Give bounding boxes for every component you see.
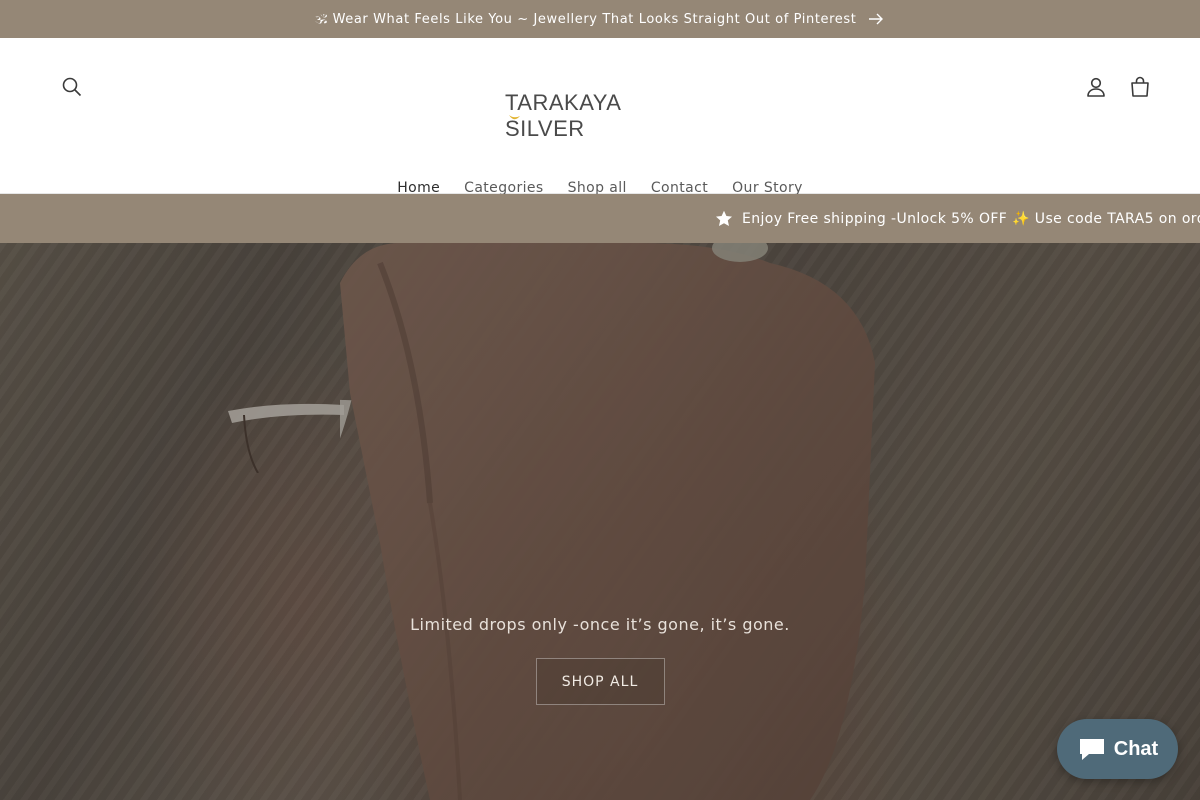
hero-content: Limited drops only -once it’s gone, it’s… (0, 615, 1200, 705)
promo-text: Enjoy Free shipping -Unlock 5% OFF ✨ Use… (742, 210, 1200, 227)
hero-overlay (0, 243, 1200, 800)
site-logo[interactable]: TARAKAYA SILVER (505, 90, 695, 142)
hero-banner: Limited drops only -once it’s gone, it’s… (0, 243, 1200, 800)
announcement-bar[interactable]: 🕉 Wear What Feels Like You ~ Jewellery T… (0, 0, 1200, 38)
logo-text: TARAKAYA SILVER (505, 90, 621, 141)
arrow-right-icon (868, 13, 884, 25)
hero-tagline: Limited drops only -once it’s gone, it’s… (410, 615, 790, 634)
shop-all-button[interactable]: SHOP ALL (535, 658, 665, 705)
crescent-moon-icon (507, 109, 521, 128)
announcement-text: 🕉 Wear What Feels Like You ~ Jewellery T… (315, 11, 857, 27)
promo-marquee: Enjoy Free shipping -Unlock 5% OFF ✨ Use… (0, 194, 1200, 243)
star-icon (715, 210, 733, 227)
cart-button[interactable] (1118, 67, 1162, 111)
site-header: TARAKAYA SILVER Home Categories Shop all… (0, 38, 1200, 196)
shopping-bag-icon (1129, 76, 1151, 102)
chat-label: Chat (1113, 737, 1159, 760)
chat-bubble-icon (1077, 736, 1107, 762)
chat-button[interactable]: Chat (1057, 719, 1178, 779)
search-button[interactable] (50, 67, 94, 111)
search-icon (61, 76, 83, 102)
user-icon (1085, 76, 1107, 102)
account-button[interactable] (1074, 67, 1118, 111)
promo-track: Enjoy Free shipping -Unlock 5% OFF ✨ Use… (715, 194, 1200, 243)
